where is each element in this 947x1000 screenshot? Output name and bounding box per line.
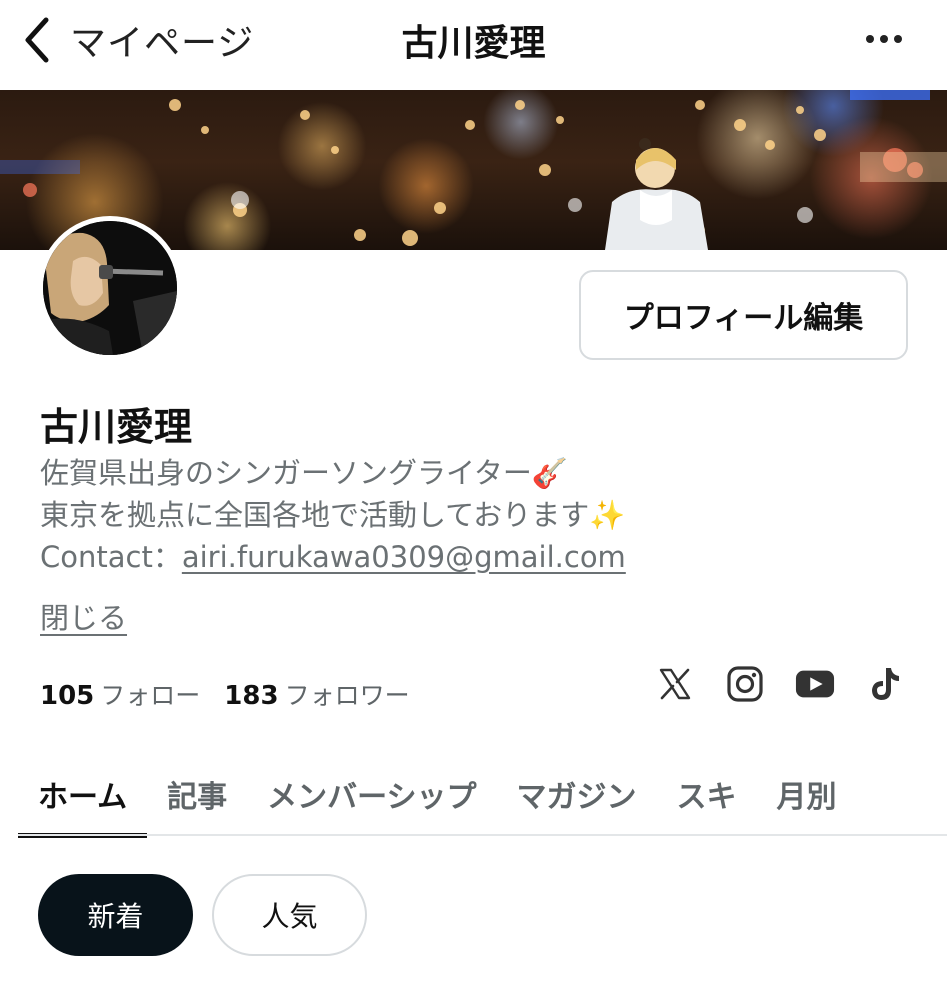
tab-articles[interactable]: 記事	[147, 752, 247, 836]
top-navigation-bar: マイページ 古川愛理	[0, 0, 947, 90]
close-bio-link[interactable]: 閉じる	[40, 595, 127, 637]
tab-monthly[interactable]: 月別	[757, 752, 857, 836]
avatar[interactable]	[38, 216, 182, 360]
tabs-divider	[18, 834, 947, 836]
tiktok-icon[interactable]	[865, 662, 905, 706]
followers-stat[interactable]: 183 フォロワー	[224, 676, 409, 712]
followers-count: 183	[224, 681, 279, 711]
youtube-icon[interactable]	[795, 662, 835, 706]
filter-new-button[interactable]: 新着	[38, 874, 193, 956]
more-options-icon[interactable]	[859, 16, 909, 62]
profile-name: 古川愛理	[40, 405, 193, 449]
following-count: 105	[40, 681, 95, 711]
tab-magazine[interactable]: マガジン	[497, 752, 657, 836]
tab-home[interactable]: ホーム	[18, 752, 148, 838]
page-title: 古川愛理	[401, 23, 546, 64]
following-stat[interactable]: 105 フォロー	[40, 676, 200, 712]
social-links	[655, 662, 905, 706]
contact-email-link[interactable]: airi.furukawa0309@gmail.com	[182, 540, 626, 574]
profile-bio: 佐賀県出身のシンガーソングライター🎸 東京を拠点に全国各地で活動しております✨ …	[40, 452, 920, 578]
x-icon[interactable]	[655, 662, 695, 706]
followers-label: フォロワー	[284, 681, 410, 710]
following-label: フォロー	[100, 681, 201, 710]
filter-popular-button[interactable]: 人気	[212, 874, 367, 956]
bio-line-1: 佐賀県出身のシンガーソングライター🎸	[40, 456, 568, 490]
instagram-icon[interactable]	[725, 662, 765, 706]
tab-membership[interactable]: メンバーシップ	[247, 752, 496, 836]
bio-line-2: 東京を拠点に全国各地で活動しております✨	[40, 498, 626, 532]
follow-stats: 105 フォロー 183 フォロワー	[40, 676, 410, 712]
contact-label: Contact：	[40, 540, 182, 574]
edit-profile-button[interactable]: プロフィール編集	[579, 270, 908, 360]
profile-tabs: ホーム 記事 メンバーシップ マガジン スキ 月別	[18, 752, 947, 838]
bio-contact-line: Contact：airi.furukawa0309@gmail.com	[40, 536, 920, 578]
tab-likes[interactable]: スキ	[657, 752, 757, 836]
